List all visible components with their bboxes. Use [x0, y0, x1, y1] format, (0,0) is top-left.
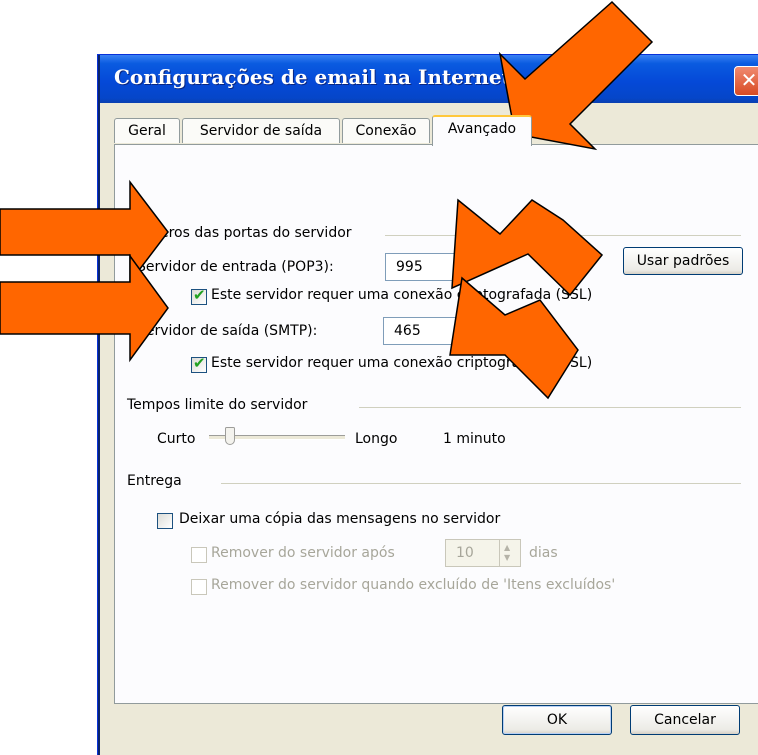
incoming-server-label: Servidor de entrada (POP3):: [137, 259, 334, 275]
remove-after-days-input[interactable]: [445, 539, 503, 567]
remove-after-label: Remover do servidor após: [211, 545, 395, 561]
remove-deleted-label: Remover do servidor quando excluído de '…: [211, 577, 616, 593]
email-settings-dialog: Configurações de email na Internet ✕ Ger…: [98, 55, 758, 755]
timeout-long-label: Longo: [355, 431, 398, 447]
advanced-tab-panel: Números das portas do servidor Servidor …: [114, 144, 758, 704]
timeout-short-label: Curto: [157, 431, 196, 447]
outgoing-port-input[interactable]: [383, 317, 459, 345]
incoming-ssl-checkbox[interactable]: ✔: [191, 286, 207, 305]
leave-copy-checkbox[interactable]: [157, 513, 173, 529]
title-bar[interactable]: Configurações de email na Internet ✕: [100, 55, 758, 103]
spin-down-icon[interactable]: ▼: [504, 554, 510, 562]
use-defaults-button[interactable]: Usar padrões: [623, 247, 743, 275]
delivery-group-divider: [221, 483, 741, 484]
checkmark-icon: ✔: [193, 354, 206, 372]
outgoing-ssl-label: Este servidor requer uma conexão criptog…: [211, 355, 593, 371]
close-icon: ✕: [740, 68, 758, 92]
timeout-slider-thumb[interactable]: [225, 427, 235, 445]
timeout-group-title: Tempos limite do servidor: [127, 397, 316, 413]
checkmark-icon: ✔: [193, 286, 206, 304]
outgoing-ssl-checkbox[interactable]: ✔: [191, 354, 207, 373]
tab-geral[interactable]: Geral: [114, 118, 180, 143]
incoming-ssl-label: Este servidor requer uma conexão criptog…: [211, 287, 593, 303]
remove-after-checkbox[interactable]: [191, 547, 207, 563]
outgoing-server-label: Servidor de saída (SMTP):: [137, 323, 318, 339]
remove-deleted-checkbox[interactable]: [191, 579, 207, 595]
cancel-button[interactable]: Cancelar: [630, 705, 740, 735]
timeout-group-divider: [359, 407, 741, 408]
ok-button[interactable]: OK: [502, 705, 612, 735]
tab-avancado[interactable]: Avançado: [432, 115, 532, 146]
delivery-group-title: Entrega: [127, 473, 190, 489]
spin-up-icon[interactable]: ▲: [504, 544, 510, 552]
leave-copy-label: Deixar uma cópia das mensagens no servid…: [179, 511, 501, 527]
ports-group-divider: [385, 235, 741, 236]
days-label: dias: [529, 545, 558, 561]
tab-conexao[interactable]: Conexão: [342, 118, 430, 143]
days-spinner[interactable]: ▲ ▼: [499, 539, 521, 567]
timeout-value: 1 minuto: [443, 431, 506, 447]
incoming-port-input[interactable]: [385, 253, 459, 281]
tab-servidor-de-saida[interactable]: Servidor de saída: [182, 118, 340, 143]
ports-group-title: Números das portas do servidor: [127, 225, 360, 241]
dialog-title: Configurações de email na Internet: [114, 65, 511, 89]
close-button[interactable]: ✕: [734, 66, 758, 96]
